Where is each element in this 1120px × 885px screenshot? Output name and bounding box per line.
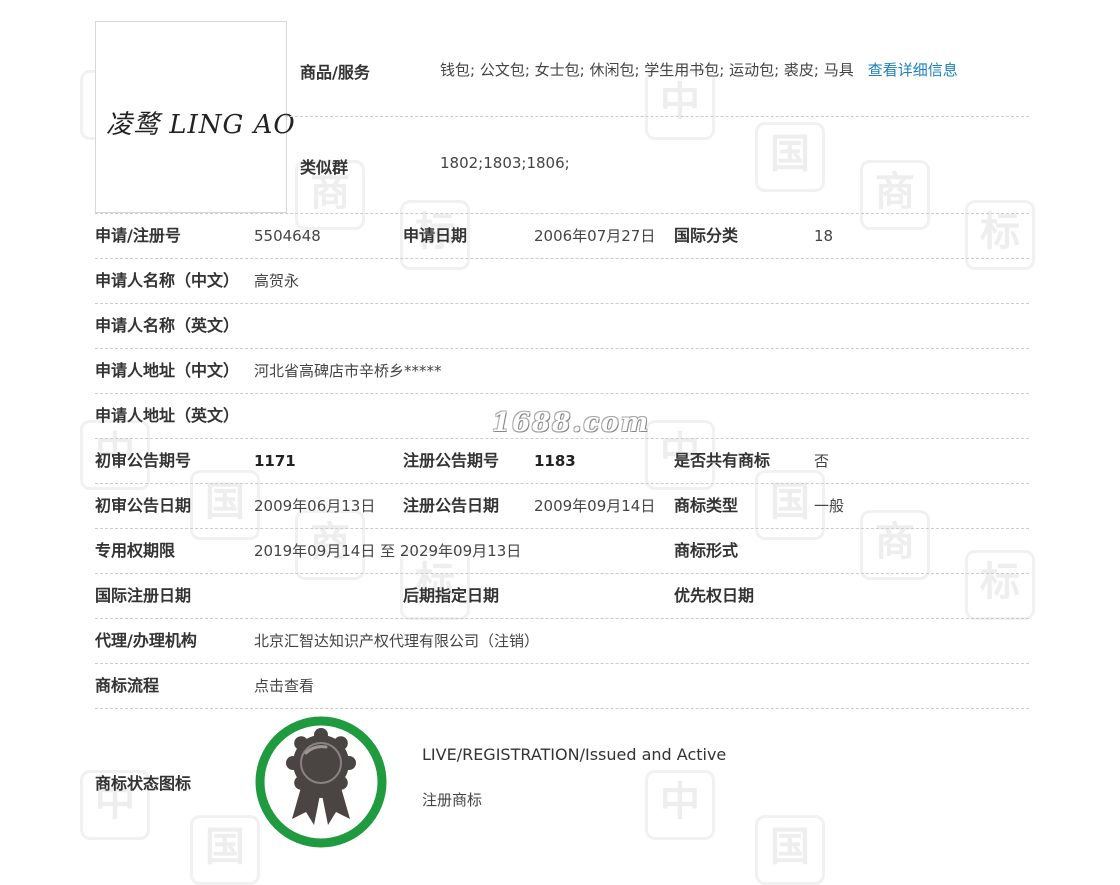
trademark-logo-text: 凌鹜 LING AO (106, 110, 296, 140)
exclusive-period-value: 2019年09月14日 至 2029年09月13日 (254, 542, 522, 560)
trademark-logo-image: 凌鹜 LING AO (95, 21, 295, 213)
table-row: 申请/注册号 5504648 申请日期 2006年07月27日 国际分类 18 (95, 214, 1029, 259)
similar-group-value: 1802;1803;1806; (440, 154, 570, 172)
prelim-issue-label: 初审公告期号 (95, 451, 192, 470)
trademark-detail: 凌鹜 LING AO 商品/服务 钱包; 公文包; 女士包; 休闲包; 学生用书… (95, 21, 1029, 855)
reg-issue-label: 注册公告期号 (403, 451, 500, 470)
prelim-date-value: 2009年06月13日 (254, 497, 376, 515)
address-cn-value: 河北省高碑店市辛桥乡***** (254, 362, 442, 380)
reg-no-label: 申请/注册号 (95, 226, 181, 245)
reg-date-label: 注册公告日期 (403, 496, 500, 515)
priority-date-label: 优先权日期 (674, 586, 755, 605)
process-label: 商标流程 (95, 676, 160, 695)
later-designation-label: 后期指定日期 (403, 586, 500, 605)
similar-group-row: 类似群 1802;1803;1806; (285, 117, 1029, 212)
reg-date-value: 2009年09月14日 (534, 497, 656, 515)
goods-services-label: 商品/服务 (300, 63, 370, 82)
table-row: 专用权期限 2019年09月14日 至 2029年09月13日 商标形式 (95, 529, 1029, 574)
goods-services-row: 商品/服务 钱包; 公文包; 女士包; 休闲包; 学生用书包; 运动包; 裘皮;… (285, 21, 1029, 117)
tm-type-value: 一般 (814, 497, 845, 515)
view-details-link[interactable]: 查看详细信息 (868, 61, 958, 79)
similar-group-label: 类似群 (300, 158, 349, 177)
registered-ribbon-badge-icon (255, 716, 387, 848)
table-row: 代理/办理机构 北京汇智达知识产权代理有限公司（注销） (95, 619, 1029, 664)
view-process-link[interactable]: 点击查看 (254, 677, 314, 695)
address-cn-label: 申请人地址（中文） (95, 361, 240, 380)
applicant-cn-value: 高贺永 (254, 272, 300, 290)
status-label: 商标状态图标 (95, 774, 192, 793)
tm-type-label: 商标类型 (674, 496, 739, 515)
applicant-cn-label: 申请人名称（中文） (95, 271, 240, 290)
intl-class-label: 国际分类 (674, 226, 739, 245)
intl-reg-date-label: 国际注册日期 (95, 586, 192, 605)
table-row: 初审公告日期 2009年06月13日 注册公告日期 2009年09月14日 商标… (95, 484, 1029, 529)
goods-services-value: 钱包; 公文包; 女士包; 休闲包; 学生用书包; 运动包; 裘皮; 马具 查看详… (440, 59, 958, 80)
exclusive-period-label: 专用权期限 (95, 541, 176, 560)
table-row: 商标流程 点击查看 (95, 664, 1029, 709)
goods-services-text: 钱包; 公文包; 女士包; 休闲包; 学生用书包; 运动包; 裘皮; 马具 (440, 61, 854, 79)
apply-date-label: 申请日期 (403, 226, 468, 245)
shared-value: 否 (814, 452, 830, 470)
tm-form-label: 商标形式 (674, 541, 739, 560)
shared-label: 是否共有商标 (674, 451, 771, 470)
prelim-issue-value: 1171 (254, 452, 296, 470)
reg-issue-value: 1183 (534, 452, 576, 470)
address-en-label: 申请人地址（英文） (95, 406, 240, 425)
prelim-date-label: 初审公告日期 (95, 496, 192, 515)
status-english-text: LIVE/REGISTRATION/Issued and Active (422, 745, 727, 764)
info-table: 申请/注册号 5504648 申请日期 2006年07月27日 国际分类 18 … (95, 213, 1029, 855)
table-row: 申请人名称（英文） (95, 304, 1029, 349)
trademark-header: 凌鹜 LING AO 商品/服务 钱包; 公文包; 女士包; 休闲包; 学生用书… (95, 21, 1029, 213)
table-row: 国际注册日期 后期指定日期 优先权日期 (95, 574, 1029, 619)
status-chinese-text: 注册商标 (422, 791, 483, 809)
applicant-en-label: 申请人名称（英文） (95, 316, 240, 335)
agent-label: 代理/办理机构 (95, 631, 197, 650)
reg-no-value: 5504648 (254, 227, 321, 245)
table-row: 初审公告期号 1171 注册公告期号 1183 是否共有商标 否 (95, 439, 1029, 484)
table-row: 申请人名称（中文） 高贺永 (95, 259, 1029, 304)
apply-date-value: 2006年07月27日 (534, 227, 656, 245)
status-row: 商标状态图标 LIVE/REGISTRATION/Issued and Acti… (95, 709, 1029, 855)
site-watermark: 1688.com (492, 408, 651, 438)
intl-class-value: 18 (814, 227, 834, 245)
table-row: 申请人地址（中文） 河北省高碑店市辛桥乡***** (95, 349, 1029, 394)
agent-value: 北京汇智达知识产权代理有限公司（注销） (254, 632, 540, 650)
